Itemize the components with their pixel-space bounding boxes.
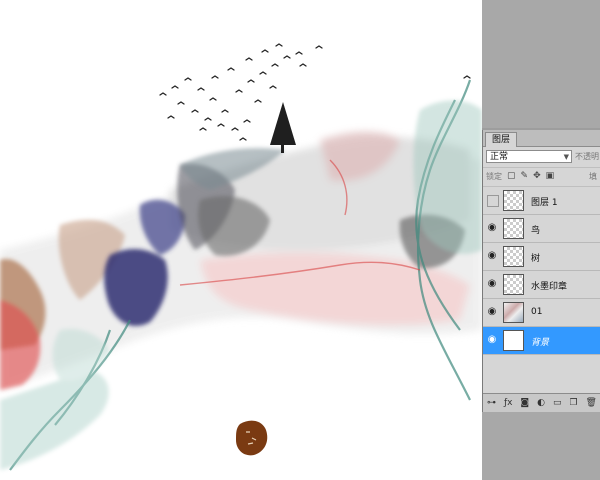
lock-row: 锁定 ▢ ✎ ✥ ▣ 填: [483, 168, 600, 187]
workspace-area: [482, 412, 600, 480]
layer-thumbnail: [503, 246, 524, 267]
eye-icon[interactable]: ◉: [485, 305, 499, 319]
visibility-toggle[interactable]: [487, 195, 499, 207]
layer-thumbnail: [503, 218, 524, 239]
blend-mode-select[interactable]: 正常 ▼: [486, 150, 572, 163]
adjustment-icon[interactable]: ◐: [537, 398, 545, 408]
layer-name: 水墨印章: [531, 282, 568, 292]
lock-icon[interactable]: ▣: [546, 171, 555, 182]
link-icon[interactable]: ⊶: [487, 398, 496, 408]
tab-label: 图层: [492, 135, 511, 145]
layer-row[interactable]: ◉ 水墨印章: [483, 271, 600, 299]
opacity-label: 不透明: [575, 152, 599, 161]
blend-row: 正常 ▼ 不透明: [483, 147, 600, 168]
eye-icon[interactable]: ◉: [485, 221, 499, 235]
brush-icon[interactable]: ✎: [521, 171, 529, 182]
layer-row[interactable]: ◉ 01: [483, 299, 600, 327]
layer-thumbnail: [503, 274, 524, 295]
layer-row-selected[interactable]: ◉ 背景: [483, 327, 600, 355]
layer-thumbnail: [503, 190, 524, 211]
fx-icon[interactable]: ƒx: [504, 398, 513, 408]
eye-icon[interactable]: ◉: [485, 277, 499, 291]
layer-thumbnail: [503, 330, 524, 351]
layer-name: 鸟: [531, 226, 541, 236]
layer-row[interactable]: ◉ 树: [483, 243, 600, 271]
layer-name: 背景: [531, 338, 550, 348]
ink-landscape-artwork: [0, 0, 482, 480]
folder-icon[interactable]: ▭: [553, 398, 562, 408]
eye-icon[interactable]: ◉: [485, 249, 499, 263]
fill-label: 填: [589, 172, 597, 181]
chevron-down-icon: ▼: [563, 153, 569, 161]
layer-row[interactable]: ◉ 鸟: [483, 215, 600, 243]
layer-name: 图层 1: [531, 198, 558, 208]
layers-panel: 图层 正常 ▼ 不透明 锁定 ▢ ✎ ✥ ▣ 填 图层 1 ◉ 鸟 ◉ 树 ◉: [482, 130, 600, 412]
layer-name: 树: [531, 254, 541, 264]
tab-layers[interactable]: 图层: [485, 132, 518, 147]
blend-mode-value: 正常: [490, 152, 509, 162]
trash-icon[interactable]: 🗑: [585, 398, 596, 408]
panel-tabbar: 图层: [483, 130, 600, 147]
layers-footer: ⊶ ƒx ◙ ◐ ▭ ❐ 🗑: [483, 393, 600, 412]
move-icon[interactable]: ✥: [533, 171, 541, 182]
lock-label: 锁定: [486, 172, 502, 181]
eye-icon[interactable]: ◉: [485, 333, 499, 347]
lock-transparent-icon[interactable]: ▢: [507, 171, 516, 182]
mask-icon[interactable]: ◙: [520, 398, 529, 408]
layer-row[interactable]: 图层 1: [483, 187, 600, 215]
workspace-area: [482, 0, 600, 128]
lock-icons: ▢ ✎ ✥ ▣: [507, 171, 554, 182]
new-layer-icon[interactable]: ❐: [569, 398, 577, 408]
document-canvas[interactable]: [0, 0, 482, 480]
layer-name: 01: [531, 307, 543, 317]
layer-thumbnail: [503, 302, 524, 323]
